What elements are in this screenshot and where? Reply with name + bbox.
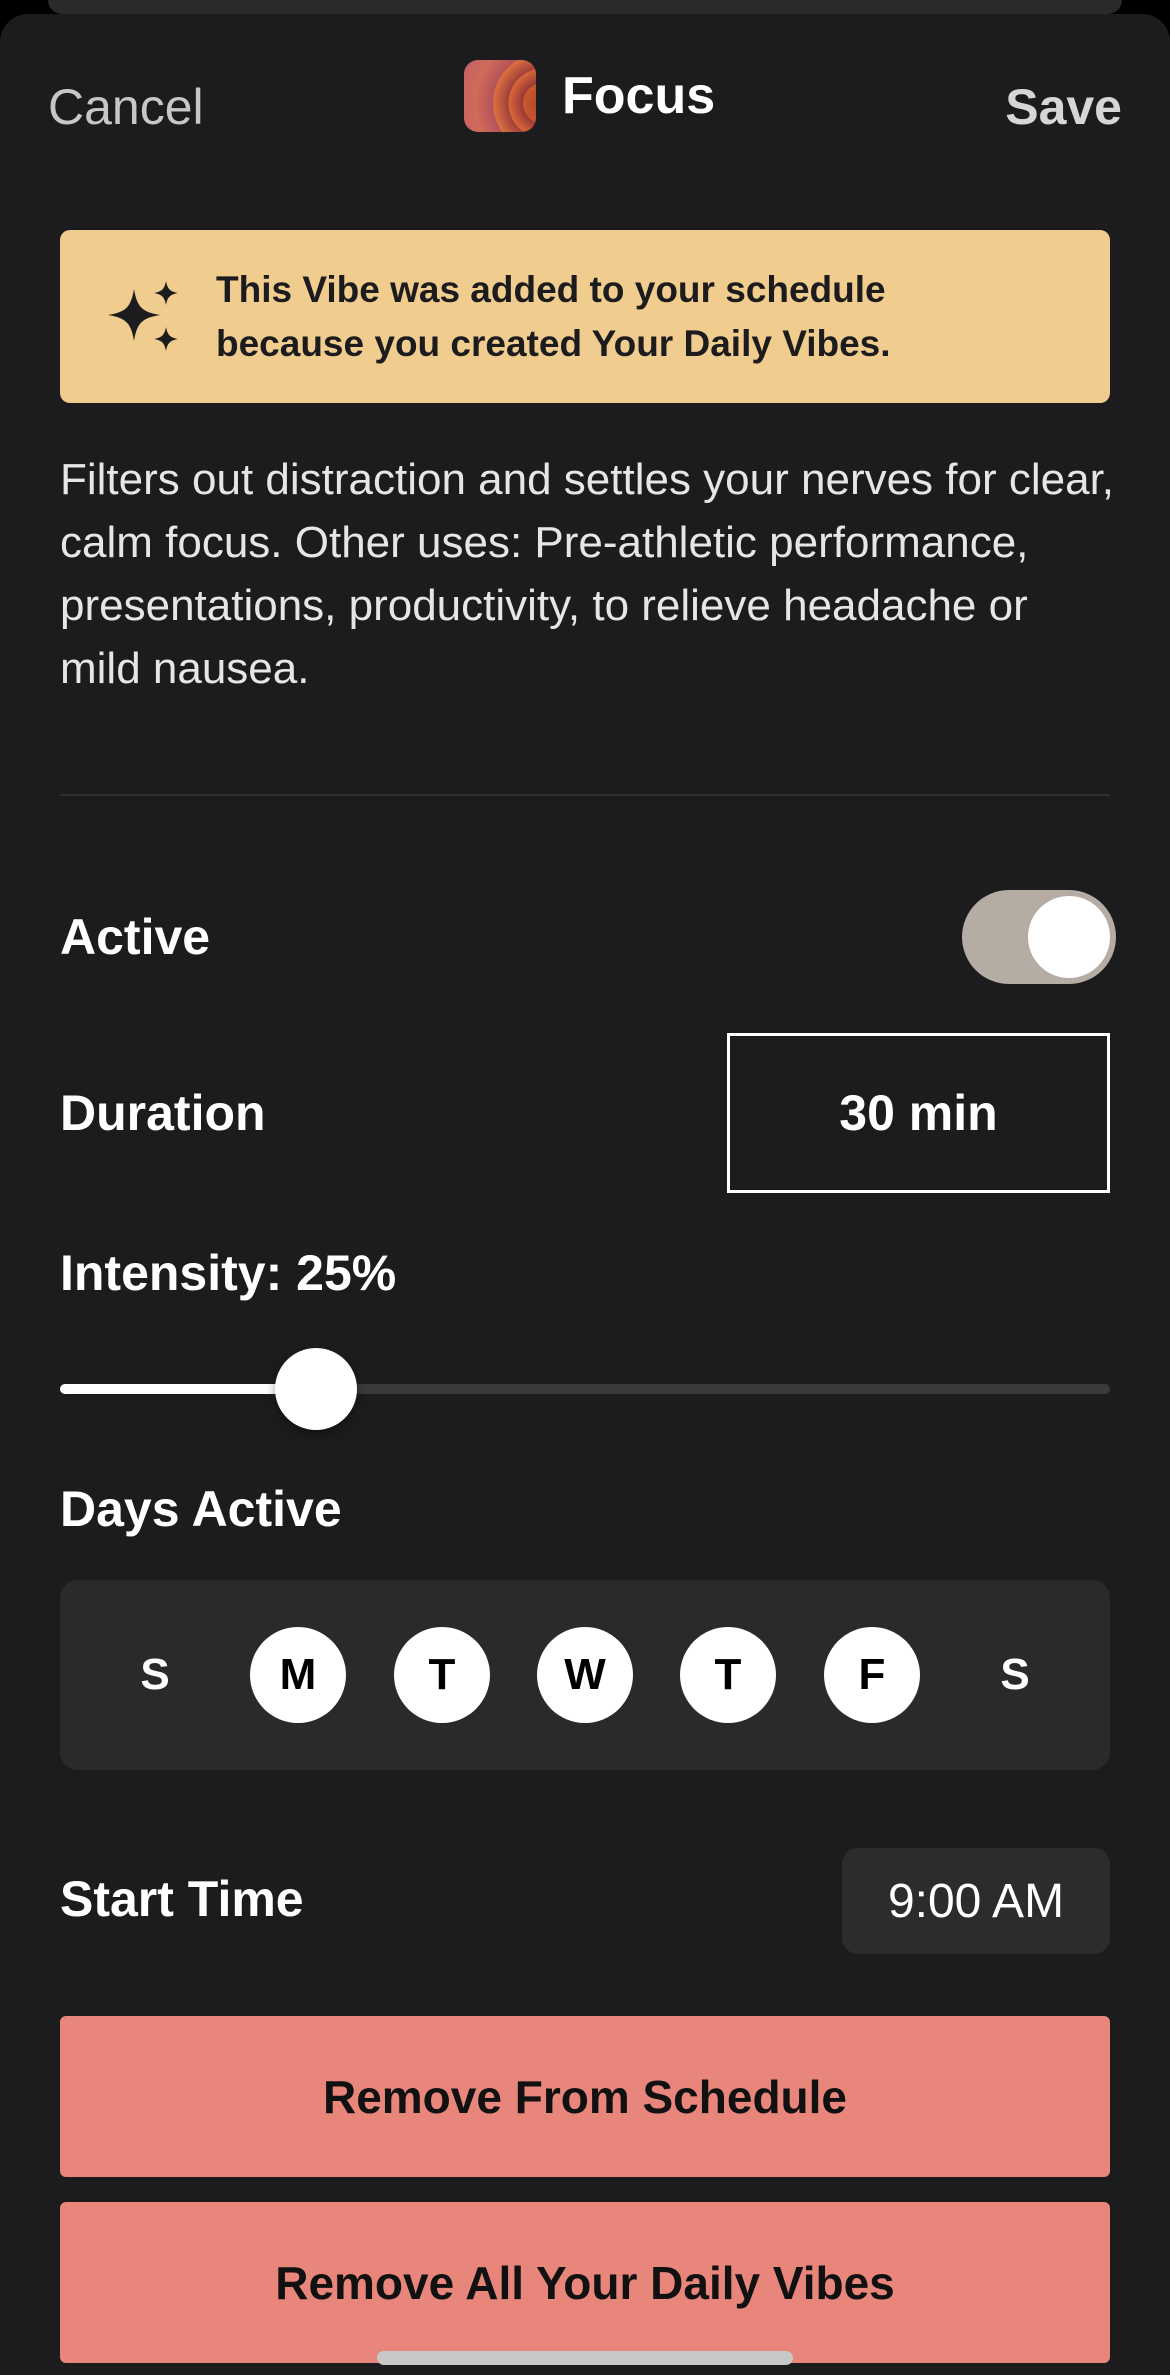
edit-vibe-sheet: Cancel Focus Save This Vibe was added to…: [0, 14, 1170, 2375]
day-toggle-1[interactable]: M: [250, 1627, 346, 1723]
nav-title-group: Focus: [464, 60, 715, 132]
day-toggle-0[interactable]: S: [107, 1627, 203, 1723]
page-title: Focus: [562, 67, 716, 125]
duration-picker[interactable]: 30 min: [727, 1033, 1110, 1193]
remove-from-schedule-button[interactable]: Remove From Schedule: [60, 2016, 1110, 2177]
cancel-button[interactable]: Cancel: [48, 78, 204, 136]
days-active-label: Days Active: [60, 1481, 342, 1537]
day-toggle-6[interactable]: S: [967, 1627, 1063, 1723]
duration-label: Duration: [60, 1085, 266, 1141]
intensity-slider[interactable]: [60, 1348, 1110, 1430]
active-label: Active: [60, 909, 211, 965]
remove-all-daily-vibes-button[interactable]: Remove All Your Daily Vibes: [60, 2202, 1110, 2363]
sparkles-icon: [108, 280, 178, 351]
vibe-thumbnail: [464, 60, 536, 132]
start-time-label: Start Time: [60, 1871, 304, 1927]
divider: [60, 794, 1110, 796]
toggle-knob: [1028, 896, 1110, 978]
day-toggle-2[interactable]: T: [394, 1627, 490, 1723]
save-button[interactable]: Save: [1005, 78, 1122, 136]
active-toggle[interactable]: [962, 890, 1116, 984]
start-time-picker[interactable]: 9:00 AM: [842, 1848, 1110, 1954]
slider-thumb[interactable]: [275, 1348, 357, 1430]
day-toggle-4[interactable]: T: [680, 1627, 776, 1723]
info-banner: This Vibe was added to your schedule bec…: [60, 230, 1110, 403]
day-toggle-3[interactable]: W: [537, 1627, 633, 1723]
vibe-description: Filters out distraction and settles your…: [60, 455, 1115, 693]
days-selector: SMTWTFS: [60, 1580, 1110, 1770]
day-toggle-5[interactable]: F: [824, 1627, 920, 1723]
intensity-label: Intensity: 25%: [60, 1245, 397, 1301]
background-sheet: [48, 0, 1122, 14]
home-indicator: [377, 2351, 793, 2365]
banner-text: This Vibe was added to your schedule bec…: [216, 268, 891, 364]
